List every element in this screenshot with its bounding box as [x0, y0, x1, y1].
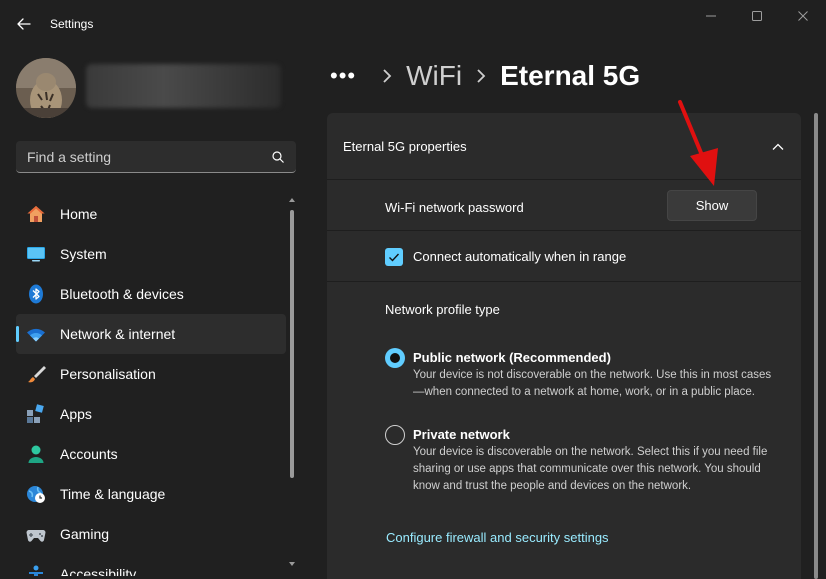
- gamepad-icon: [26, 524, 46, 544]
- minimize-icon[interactable]: [688, 6, 734, 28]
- sidebar-item-personalisation[interactable]: Personalisation: [16, 354, 286, 394]
- sidebar-item-system[interactable]: System: [16, 234, 286, 274]
- chevron-right-icon: [383, 69, 392, 83]
- sidebar-item-label: Accessibility: [60, 566, 137, 576]
- private-network-title: Private network: [413, 427, 510, 442]
- title-bar: Settings: [0, 0, 826, 48]
- scroll-down-icon[interactable]: [288, 560, 296, 568]
- public-network-radio[interactable]: [385, 348, 405, 368]
- person-icon: [26, 444, 46, 464]
- sidebar-item-time-language[interactable]: Time & language: [16, 474, 286, 514]
- page-title: Eternal 5G: [500, 60, 641, 91]
- search-input[interactable]: Find a setting: [27, 149, 111, 165]
- search-icon: [270, 149, 286, 165]
- sidebar-item-accessibility[interactable]: Accessibility: [16, 554, 286, 576]
- sidebar-item-label: Network & internet: [60, 326, 176, 342]
- sidebar-item-label: Time & language: [60, 486, 166, 502]
- sidebar-item-label: Gaming: [60, 526, 110, 542]
- sidebar-item-network[interactable]: Network & internet: [16, 314, 286, 354]
- back-arrow-icon[interactable]: [12, 12, 36, 36]
- apps-icon: [26, 404, 46, 424]
- wifi-icon: [26, 324, 46, 344]
- avatar[interactable]: [16, 58, 76, 118]
- breadcrumb: ••• WiFi Eternal 5G: [330, 56, 640, 96]
- globe-clock-icon: [26, 484, 46, 504]
- bluetooth-icon: [26, 284, 46, 304]
- sidebar-item-home[interactable]: Home: [16, 194, 286, 234]
- maximize-icon[interactable]: [734, 6, 780, 28]
- close-icon[interactable]: [780, 6, 826, 28]
- auto-connect-row: Connect automatically when in range: [327, 232, 801, 282]
- sidebar-item-label: Personalisation: [60, 366, 156, 382]
- sidebar-item-accounts[interactable]: Accounts: [16, 434, 286, 474]
- checkmark-icon: [389, 253, 400, 262]
- private-network-description: Your device is discoverable on the netwo…: [413, 446, 768, 492]
- chevron-right-icon: [477, 69, 486, 83]
- sidebar-item-gaming[interactable]: Gaming: [16, 514, 286, 554]
- firewall-settings-link[interactable]: Configure firewall and security settings: [386, 530, 609, 545]
- sidebar-item-label: Bluetooth & devices: [60, 286, 184, 302]
- sidebar-item-label: Accounts: [60, 446, 118, 462]
- sidebar-nav: Home System Bluetooth & devices Network …: [16, 194, 286, 576]
- sidebar-item-bluetooth[interactable]: Bluetooth & devices: [16, 274, 286, 314]
- breadcrumb-wifi[interactable]: WiFi: [406, 60, 462, 92]
- home-icon: [26, 204, 46, 224]
- show-password-button[interactable]: Show: [667, 190, 757, 221]
- monitor-icon: [26, 244, 46, 264]
- sidebar-item-label: Home: [60, 206, 98, 222]
- chevron-up-icon[interactable]: [771, 140, 785, 154]
- password-label: Wi-Fi network password: [385, 200, 524, 215]
- auto-connect-checkbox[interactable]: [385, 248, 403, 266]
- search-box[interactable]: Find a setting: [16, 141, 296, 173]
- properties-title: Eternal 5G properties: [343, 139, 467, 154]
- sidebar-scroll-thumb[interactable]: [290, 210, 294, 478]
- sidebar-scrollbar[interactable]: [287, 196, 297, 568]
- auto-connect-label: Connect automatically when in range: [413, 249, 627, 264]
- paintbrush-icon: [26, 364, 46, 384]
- main-scrollbar[interactable]: [813, 113, 819, 579]
- annotation-arrow-icon: [678, 100, 718, 186]
- accessibility-icon: [26, 564, 46, 576]
- scroll-up-icon[interactable]: [288, 196, 296, 204]
- public-network-title: Public network (Recommended): [413, 350, 611, 365]
- app-title: Settings: [50, 17, 94, 31]
- main-scroll-thumb[interactable]: [814, 113, 818, 579]
- sidebar-item-label: System: [60, 246, 107, 262]
- breadcrumb-more-button[interactable]: •••: [330, 63, 356, 89]
- profile-type-heading: Network profile type: [385, 302, 500, 317]
- profile-name-redacted: [86, 64, 281, 108]
- private-network-radio[interactable]: [385, 425, 405, 445]
- public-network-description: Your device is not discoverable on the n…: [413, 369, 772, 398]
- sidebar-item-apps[interactable]: Apps: [16, 394, 286, 434]
- sidebar-item-label: Apps: [60, 406, 92, 422]
